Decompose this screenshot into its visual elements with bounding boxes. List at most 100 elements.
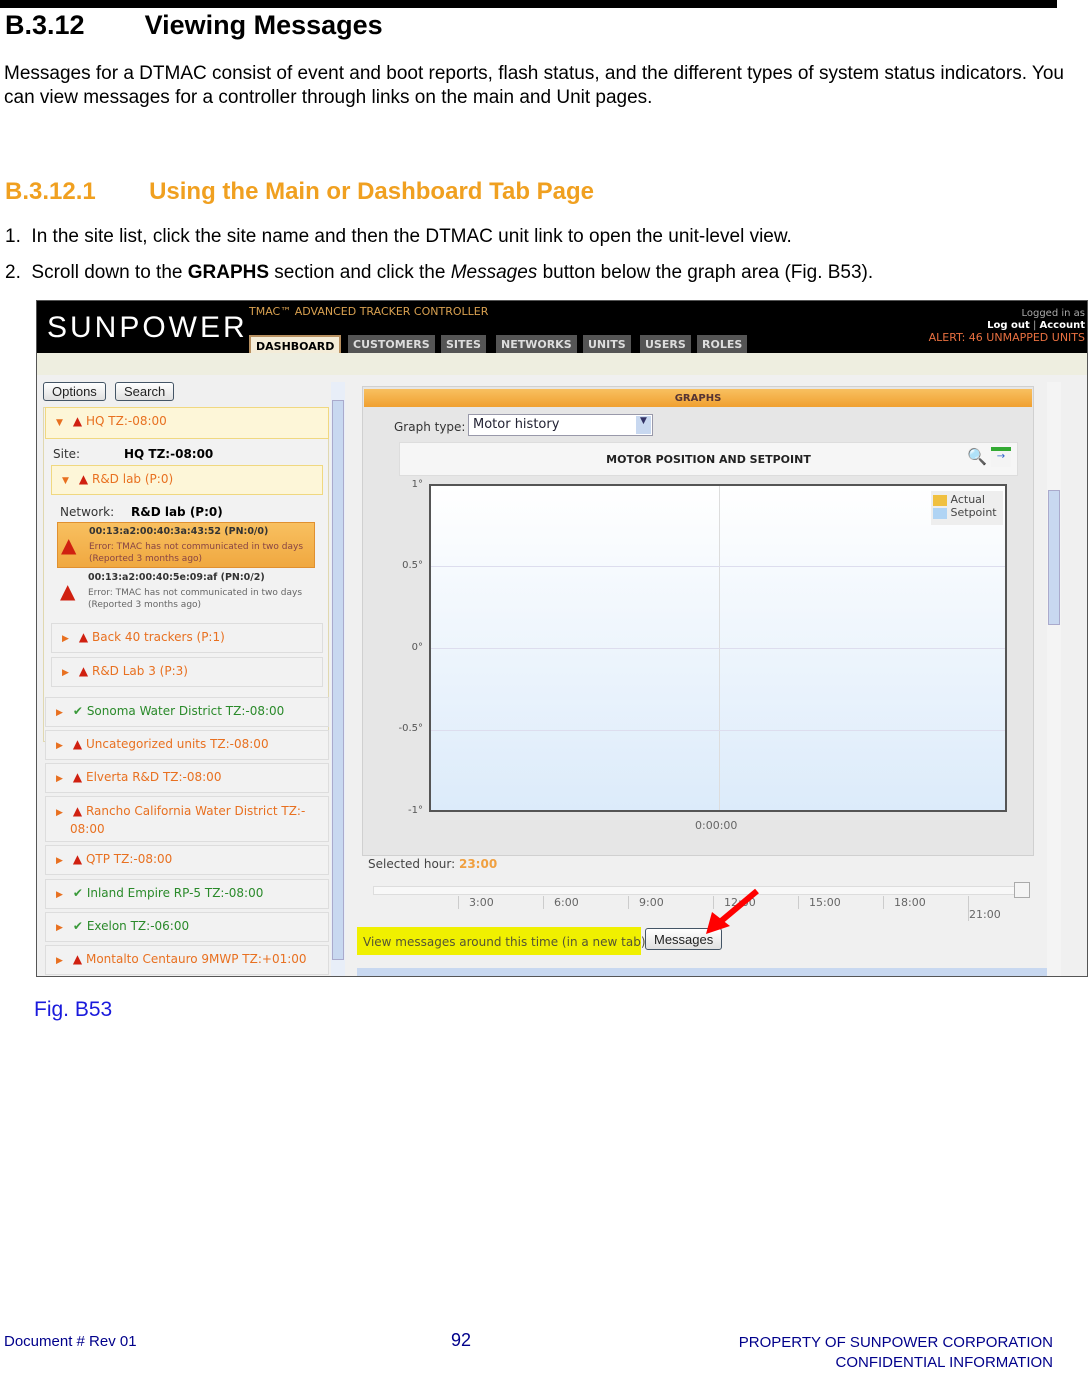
collapse-icon: ▶ [56, 774, 63, 784]
subsection-title: Using the Main or Dashboard Tab Page [149, 178, 595, 205]
unit-row[interactable]: ▲ 00:13:a2:00:40:5e:09:af (PN:0/2) Error… [57, 569, 315, 615]
collapse-icon: ▶ [62, 668, 69, 678]
separator: | [1032, 320, 1037, 331]
slider-tick: 3:00 [458, 896, 494, 909]
network-item[interactable]: ▶ ▲ R&D Lab 3 (P:3) [51, 657, 323, 687]
tab-units[interactable]: UNITS [583, 335, 631, 353]
footer-doc: Document # Rev 01 [4, 1333, 137, 1350]
graphs-header: GRAPHS [364, 389, 1032, 407]
check-icon: ✔ [72, 919, 83, 933]
y-tick: 1° [411, 479, 423, 490]
gridline [431, 566, 1005, 567]
logged-in-label: Logged in as [1021, 308, 1085, 319]
tab-dashboard[interactable]: DASHBOARD [249, 335, 342, 353]
tab-sites[interactable]: SITES [441, 335, 486, 353]
unit-message: Error: TMAC has not communicated in two … [89, 542, 304, 564]
footer-confidential-line: CONFIDENTIAL INFORMATION [835, 1354, 1054, 1371]
app-title: TMAC™ ADVANCED TRACKER CONTROLLER [249, 305, 489, 318]
site-item[interactable]: ▶ ▲ QTP TZ:-08:00 [45, 845, 329, 875]
collapse-icon: ▶ [56, 708, 63, 718]
warning-icon: ▲ [72, 852, 83, 866]
site-item[interactable]: ▶ ✔ Inland Empire RP-5 TZ:-08:00 [45, 879, 329, 909]
subsection-number: B.3.12.1 [5, 178, 96, 205]
scroll-thumb[interactable] [1048, 490, 1060, 625]
hour-slider[interactable] [373, 886, 1029, 895]
sunpower-logo: SUNPOWER [47, 311, 248, 344]
step-bold: GRAPHS [187, 262, 270, 283]
site-name: Elverta R&D TZ:-08:00 [85, 770, 222, 784]
slider-handle[interactable] [1014, 882, 1030, 898]
network-header-rd-lab[interactable]: ▼ ▲ R&D lab (P:0) [51, 465, 323, 495]
site-header-hq[interactable]: ▼ ▲ HQ TZ:-08:00 [45, 407, 329, 439]
tab-roles[interactable]: ROLES [697, 335, 748, 353]
horizontal-scrollbar[interactable] [357, 968, 1047, 976]
figure-caption: Fig. B53 [34, 998, 113, 1021]
warning-icon: ▲ [72, 770, 83, 784]
warning-icon: ▲ [78, 664, 89, 678]
warning-icon: ▲ [72, 414, 83, 428]
unit-row-selected[interactable]: ▲ 00:13:a2:00:40:3a:43:52 (PN:0/0) Error… [57, 522, 315, 568]
site-name: Exelon TZ:-06:00 [86, 919, 190, 933]
site-item[interactable]: ▶ ▲ Montalto Centauro 9MWP TZ:+01:00 [45, 945, 329, 975]
footer-property-line: PROPERTY OF SUNPOWER CORPORATION [738, 1334, 1053, 1351]
site-name: Montalto Centauro 9MWP TZ:+01:00 [85, 952, 307, 966]
site-name-cont: 08:00 [70, 822, 105, 836]
tab-networks[interactable]: NETWORKS [496, 335, 577, 353]
graph-type-select[interactable]: Motor history ▼ [468, 414, 653, 436]
network-value: R&D lab (P:0) [131, 505, 223, 519]
legend-setpoint: Setpoint [933, 506, 1001, 519]
section-number: B.3.12 [5, 10, 85, 40]
footer-property: PROPERTY OF SUNPOWER CORPORATION CONFIDEN… [739, 1333, 1053, 1373]
collapse-icon: ▶ [56, 890, 63, 900]
slider-tick: 18:00 [883, 896, 926, 909]
site-name: Rancho California Water District TZ:- [85, 804, 306, 818]
warning-icon: ▲ [72, 952, 83, 966]
site-item[interactable]: ▶ ▲ Elverta R&D TZ:-08:00 [45, 763, 329, 793]
messages-prompt: View messages around this time (in a new… [357, 927, 650, 955]
y-tick: -0.5° [398, 723, 423, 734]
step-number: 2. [5, 262, 21, 283]
x-tick: 0:00:00 [695, 819, 738, 832]
scroll-thumb[interactable] [332, 400, 344, 960]
unit-id: 00:13:a2:00:40:5e:09:af (PN:0/2) [88, 572, 265, 583]
legend: Actual Setpoint [931, 491, 1003, 525]
account-link[interactable]: Account [1040, 320, 1085, 331]
search-button[interactable]: Search [115, 382, 175, 401]
graph-type-value: Motor history [473, 417, 560, 432]
step-italic: Messages [450, 262, 538, 283]
collapse-icon: ▶ [56, 741, 63, 751]
subsection-heading: B.3.12.1 Using the Main or Dashboard Tab… [5, 178, 594, 206]
main-scrollbar[interactable] [1047, 382, 1061, 976]
tab-customers[interactable]: CUSTOMERS [348, 335, 435, 353]
selected-hour-label: Selected hour: [368, 857, 456, 871]
calendar-export-icon[interactable]: → [991, 447, 1011, 467]
y-tick: -1° [408, 805, 423, 816]
red-arrow-annotation [706, 888, 759, 934]
top-rule [0, 0, 1057, 8]
graph-type-label: Graph type: [394, 420, 466, 434]
selected-hour: Selected hour: 23:00 [368, 857, 497, 871]
site-item[interactable]: ▶ ▲ Uncategorized units TZ:-08:00 [45, 730, 329, 760]
collapse-icon: ▶ [62, 634, 69, 644]
alert-link[interactable]: ALERT: 46 UNMAPPED UNITS [929, 332, 1085, 344]
site-item[interactable]: ▶ ▲ Rancho California Water District TZ:-… [45, 796, 329, 842]
site-value: HQ TZ:-08:00 [124, 447, 214, 461]
y-tick: 0.5° [402, 560, 423, 571]
sidebar-scrollbar[interactable] [331, 382, 345, 976]
tab-users[interactable]: USERS [640, 335, 691, 353]
network-item[interactable]: ▶ ▲ Back 40 trackers (P:1) [51, 623, 323, 653]
site-name: HQ TZ:-08:00 [85, 414, 167, 428]
selected-hour-value: 23:00 [458, 857, 498, 871]
site-item[interactable]: ▶ ✔ Sonoma Water District TZ:-08:00 [45, 697, 329, 727]
logout-link[interactable]: Log out [987, 320, 1030, 331]
step-number: 1. [5, 226, 21, 247]
section-heading: B.3.12 Viewing Messages [5, 10, 383, 41]
check-icon: ✔ [72, 704, 83, 718]
site-item[interactable]: ▶ ✔ Exelon TZ:-06:00 [45, 912, 329, 942]
site-label: Site: [53, 447, 81, 461]
warning-icon: ▲ [60, 579, 76, 603]
gridline [431, 730, 1005, 731]
options-button[interactable]: Options [43, 382, 106, 401]
zoom-icon[interactable]: 🔍 [967, 447, 987, 466]
collapse-icon: ▶ [56, 856, 63, 866]
